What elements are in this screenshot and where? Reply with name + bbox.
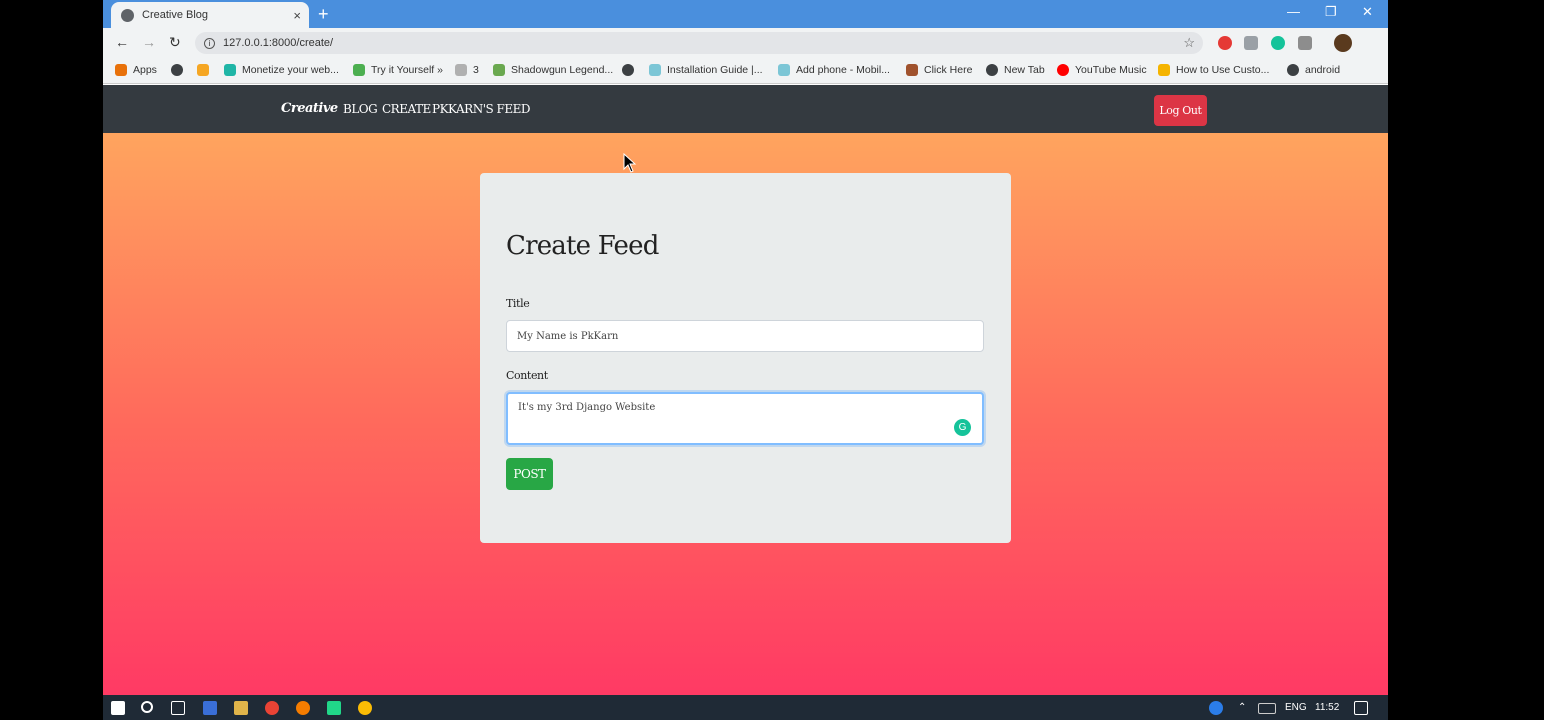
page-title: Create Feed xyxy=(506,231,659,261)
bookmark-installation-guide[interactable]: Installation Guide |... xyxy=(649,64,763,76)
android-icon xyxy=(493,64,505,76)
bookmark-monetize[interactable]: Monetize your web... xyxy=(224,64,339,76)
profile-avatar[interactable] xyxy=(1334,34,1352,52)
search-icon[interactable] xyxy=(141,701,153,713)
bookmark-globe-2[interactable] xyxy=(622,64,640,76)
nav-create[interactable]: CREATE xyxy=(382,102,431,116)
file-explorer-icon[interactable] xyxy=(234,701,248,715)
youtube-music-icon xyxy=(1057,64,1069,76)
k-icon xyxy=(455,64,467,76)
content-textarea[interactable]: It's my 3rd Django Website xyxy=(506,392,984,445)
close-window-button[interactable]: ✕ xyxy=(1362,4,1373,20)
bolt-icon xyxy=(1158,64,1170,76)
site-navbar: Creative BLOG CREATE PKKARN'S FEED Log O… xyxy=(103,85,1388,133)
browser-window: Creative Blog × + — ❐ ✕ ← → ↻ i 127.0.0.… xyxy=(103,0,1388,720)
clock[interactable]: 11:52 xyxy=(1315,702,1339,713)
bookmark-cp[interactable] xyxy=(197,64,215,76)
brand-logo[interactable]: Creative xyxy=(281,101,338,116)
post-button[interactable]: POST xyxy=(506,458,553,490)
chrome-icon[interactable] xyxy=(265,701,279,715)
globe-icon xyxy=(171,64,183,76)
pycharm-icon[interactable] xyxy=(327,701,341,715)
notification-icon[interactable] xyxy=(1354,701,1368,715)
cp-icon xyxy=(197,64,209,76)
bookmarks-bar: Apps Monetize your web... Try it Yoursel… xyxy=(103,58,1388,84)
chevron-up-icon[interactable]: ⌃ xyxy=(1238,702,1246,713)
bookmark-android[interactable]: android xyxy=(1287,64,1340,76)
globe-icon xyxy=(121,8,134,22)
camera-icon[interactable] xyxy=(1244,36,1258,50)
page-content: Creative BLOG CREATE PKKARN'S FEED Log O… xyxy=(103,85,1388,695)
bookmark-youtube-music[interactable]: YouTube Music xyxy=(1057,64,1147,76)
url-text: 127.0.0.1:8000/create/ xyxy=(223,37,334,49)
adblock-icon[interactable] xyxy=(1218,36,1232,50)
log-out-button[interactable]: Log Out xyxy=(1154,95,1207,126)
tab-creative-blog[interactable]: Creative Blog × xyxy=(111,2,309,28)
tab-close-button[interactable]: × xyxy=(293,8,301,23)
content-label: Content xyxy=(506,369,548,382)
chrome-active-icon[interactable] xyxy=(358,701,372,715)
bookmark-apps[interactable]: Apps xyxy=(115,64,157,76)
new-tab-button[interactable]: + xyxy=(318,4,329,24)
hat-icon xyxy=(906,64,918,76)
windows-taskbar: ⌃ ENG 11:52 xyxy=(103,695,1388,720)
bookmark-globe[interactable] xyxy=(171,64,189,76)
globe-icon xyxy=(1287,64,1299,76)
bookmark-new-tab[interactable]: New Tab xyxy=(986,64,1045,76)
address-bar[interactable]: i 127.0.0.1:8000/create/ ☆ xyxy=(195,32,1203,54)
bookmark-add-phone[interactable]: Add phone - Mobil... xyxy=(778,64,890,76)
bookmark-try-it-yourself[interactable]: Try it Yourself » xyxy=(353,64,443,76)
grammarly-icon[interactable]: G xyxy=(954,419,971,436)
apps-grid-icon xyxy=(115,64,127,76)
bookmark-star-icon[interactable]: ☆ xyxy=(1183,35,1195,51)
tab-title: Creative Blog xyxy=(142,9,209,21)
help-icon[interactable] xyxy=(1209,701,1223,715)
info-icon[interactable]: i xyxy=(204,37,215,49)
link-icon xyxy=(778,64,790,76)
task-view-icon[interactable] xyxy=(171,701,185,715)
reload-icon[interactable]: ↻ xyxy=(169,34,181,51)
title-input[interactable] xyxy=(506,320,984,352)
minimize-button[interactable]: — xyxy=(1287,4,1300,19)
browser-toolbar: ← → ↻ i 127.0.0.1:8000/create/ ☆ xyxy=(103,28,1388,58)
back-icon[interactable]: ← xyxy=(115,34,129,50)
monetize-icon xyxy=(224,64,236,76)
windows-start-icon[interactable] xyxy=(111,701,125,715)
create-feed-card: Create Feed Title Content It's my 3rd Dj… xyxy=(480,173,1011,543)
grammarly-icon[interactable] xyxy=(1271,36,1285,50)
extension-icon[interactable] xyxy=(1298,36,1312,50)
w3-icon xyxy=(353,64,365,76)
bookmark-click-here[interactable]: Click Here xyxy=(906,64,972,76)
forward-icon[interactable]: → xyxy=(142,34,156,50)
bookmark-shadowgun[interactable]: Shadowgun Legend... xyxy=(493,64,613,76)
restore-button[interactable]: ❐ xyxy=(1325,4,1337,20)
keyboard-icon[interactable] xyxy=(1258,703,1276,714)
globe-icon xyxy=(622,64,634,76)
bookmark-3[interactable]: 3 xyxy=(455,64,479,76)
bookmark-how-to-use[interactable]: How to Use Custo... xyxy=(1158,64,1269,76)
taskbar-app-icon[interactable] xyxy=(203,701,217,715)
nav-blog[interactable]: BLOG xyxy=(343,102,378,116)
tab-strip: Creative Blog × + — ❐ ✕ xyxy=(103,0,1388,28)
link-icon xyxy=(649,64,661,76)
mouse-cursor-icon xyxy=(623,153,637,173)
nav-pkkarns-feed[interactable]: PKKARN'S FEED xyxy=(432,102,531,116)
globe-icon xyxy=(986,64,998,76)
title-label: Title xyxy=(506,297,530,310)
taskbar-c-icon[interactable] xyxy=(296,701,310,715)
language-indicator[interactable]: ENG xyxy=(1285,702,1307,713)
